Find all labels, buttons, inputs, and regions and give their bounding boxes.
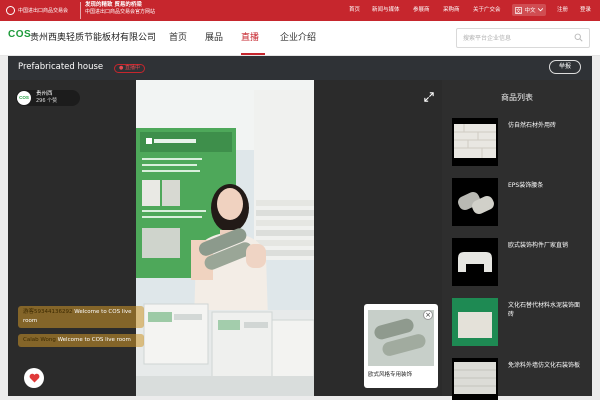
product-name: 免涂料外墙仿文化石装饰板 — [508, 362, 581, 369]
close-icon[interactable]: × — [423, 310, 433, 320]
chat-text: Welcome to COS live room — [57, 337, 131, 343]
chat-message: Calab Wong Welcome to COS live room — [18, 334, 144, 347]
host-likes: 296 个赞 — [36, 98, 58, 104]
product-item[interactable]: EPS装饰腰条 — [452, 178, 588, 230]
fair-emblem-icon — [6, 6, 15, 15]
cos-logo[interactable]: COS — [8, 29, 31, 40]
live-video[interactable] — [136, 80, 314, 396]
product-name: 欧式装饰构件厂家直销 — [508, 242, 569, 249]
nav-live[interactable]: 直播 — [241, 30, 259, 43]
product-list-title: 商品列表 — [501, 93, 533, 102]
product-item[interactable]: 文化石替代材料水泥装饰面砖 — [452, 298, 588, 350]
live-title: Prefabricated house — [18, 62, 104, 72]
chat-message: 游客59344136292 Welcome to COS live room — [18, 306, 144, 328]
slogan-line1: 发现的精致 贸易的桥梁 — [85, 2, 142, 8]
product-thumbnail — [452, 178, 498, 226]
nav-exhibits[interactable]: 展品 — [205, 30, 223, 43]
canton-fair-logo[interactable]: 中国进出口商品交易会 — [6, 3, 78, 18]
topnav-home[interactable]: 首页 — [349, 5, 360, 15]
like-button[interactable] — [24, 368, 44, 388]
active-tab-indicator — [241, 53, 265, 55]
topnav-news[interactable]: 新闻与媒体 — [372, 5, 400, 15]
search-input[interactable] — [463, 32, 569, 45]
report-button[interactable]: 举报 — [549, 60, 581, 74]
login-link[interactable]: 登录 — [580, 5, 591, 15]
host-info[interactable]: COS 贵州西 296 个赞 — [16, 90, 80, 106]
chat-user: 游客59344136292 — [23, 309, 73, 315]
company-name: 贵州西奥轻质节能板材有限公司 — [30, 33, 157, 43]
product-item[interactable]: 免涂料外墙仿文化石装饰板 — [452, 358, 588, 400]
language-label: 中文 — [524, 8, 536, 14]
globe-icon: 文 — [515, 6, 523, 14]
featured-product-card[interactable]: × 欧式风格专用装饰 — [364, 304, 438, 388]
slogan-line2: 中国进出口商品交易会官方网站 — [85, 9, 156, 15]
product-thumbnail — [452, 238, 498, 286]
live-panel: Prefabricated house ● 直播中 举报 COS 贵州西 296… — [8, 56, 592, 400]
chevron-down-icon — [537, 8, 543, 12]
live-status-badge: ● 直播中 — [114, 64, 145, 73]
topnav-about[interactable]: 关于广交会 — [473, 5, 501, 15]
product-list: 商品列表 仿自然石材外用砖 EPS装饰腰条 欧式装饰构件厂家直销 文化石替代材料… — [442, 80, 592, 400]
chat-user: Calab Wong — [23, 337, 56, 343]
product-item[interactable]: 仿自然石材外用砖 — [452, 118, 588, 170]
fullscreen-icon[interactable] — [424, 92, 434, 102]
topnav-exhibitors[interactable]: 参展商 — [413, 5, 430, 15]
product-thumbnail — [452, 118, 498, 166]
product-item[interactable]: 欧式装饰构件厂家直销 — [452, 238, 588, 290]
product-name: 文化石替代材料水泥装饰面砖 — [508, 302, 581, 318]
product-name: 仿自然石材外用砖 — [508, 122, 557, 129]
svg-text:文: 文 — [517, 7, 522, 14]
product-thumbnail — [452, 358, 498, 400]
heart-icon — [29, 373, 39, 383]
language-selector[interactable]: 文 中文 — [512, 4, 546, 16]
topnav-buyers[interactable]: 采购商 — [443, 5, 460, 15]
featured-product-name: 欧式风格专用装饰 — [368, 372, 413, 378]
nav-company-intro[interactable]: 企业介绍 — [280, 30, 316, 43]
logo-text: 中国进出口商品交易会 — [18, 7, 69, 14]
product-name: EPS装饰腰条 — [508, 182, 544, 189]
product-thumbnail — [452, 298, 498, 346]
search-box — [456, 28, 590, 48]
search-icon[interactable] — [574, 33, 583, 42]
slogan: 发现的精致 贸易的桥梁 中国进出口商品交易会官方网站 — [80, 2, 200, 19]
host-name: 贵州西 — [36, 91, 53, 97]
live-title-bar: Prefabricated house ● 直播中 举报 — [8, 56, 592, 80]
host-avatar: COS — [17, 91, 31, 105]
register-link[interactable]: 注册 — [557, 5, 568, 15]
nav-home[interactable]: 首页 — [169, 30, 187, 43]
top-bar: 中国进出口商品交易会 发现的精致 贸易的桥梁 中国进出口商品交易会官方网站 首页… — [0, 0, 600, 21]
video-frame — [136, 80, 314, 396]
